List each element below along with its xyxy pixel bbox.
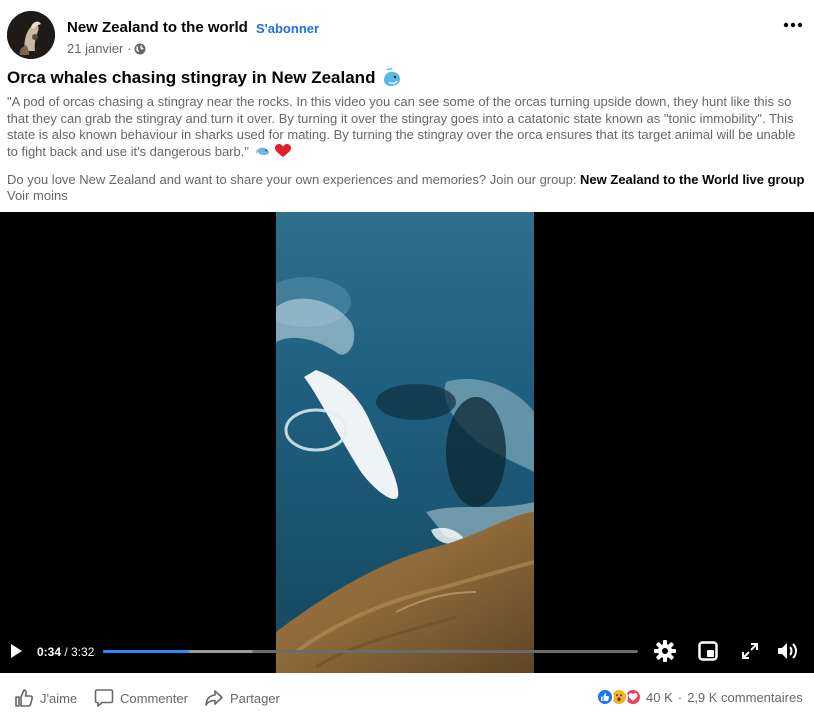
whale-emoji-icon [255,147,269,155]
page-name[interactable]: New Zealand to the world [67,19,248,36]
post-title-text: Orca whales chasing stingray in New Zeal… [7,68,376,87]
video-time: 0:34 / 3:32 [37,645,94,659]
fullscreen-icon [742,643,758,659]
whale-emoji-icon [384,68,401,86]
video-frame [276,212,534,673]
play-icon [11,644,22,658]
red-heart-emoji-icon [275,143,292,157]
picture-in-picture-icon [698,641,718,661]
post-body: "A pod of orcas chasing a stingray near … [7,94,807,160]
comment-label: Commenter [120,690,188,706]
subscribe-button[interactable]: S'abonner [256,21,319,36]
progress-bar[interactable] [103,650,638,653]
stats-separator: · [677,689,683,705]
group-link[interactable]: New Zealand to the World live group [580,172,804,187]
settings-button[interactable] [654,640,676,667]
like-reaction-icon [596,688,614,706]
play-button[interactable] [9,643,23,664]
reactions-count: 40 K [646,689,673,705]
duration: 3:32 [71,645,95,659]
more-horizontal-icon [783,22,803,28]
fullscreen-button[interactable] [741,642,759,665]
header-separator: · [244,19,249,36]
reactions-summary[interactable]: 40 K · 2,9 K commentaires [596,688,803,706]
post-body-text: "A pod of orcas chasing a stingray near … [7,94,796,159]
time-separator: / [61,645,72,659]
page-avatar[interactable] [7,11,55,59]
comments-count[interactable]: 2,9 K commentaires [687,690,803,705]
post-date[interactable]: 21 janvier · [67,41,131,56]
like-button[interactable]: J'aime [14,688,77,708]
video-player[interactable]: 0:34 / 3:32 [0,212,814,673]
post-meta: 21 janvier · [67,41,146,56]
post-header: New Zealand to the world · S'abonner 21 … [0,0,814,64]
volume-icon [778,643,797,659]
share-icon [205,690,223,706]
see-less-button[interactable]: Voir moins [7,188,68,203]
post-title: Orca whales chasing stingray in New Zeal… [7,68,403,88]
thumbs-up-icon [15,689,33,707]
cta-text: Do you love New Zealand and want to shar… [7,172,581,187]
like-label: J'aime [40,690,78,706]
volume-button[interactable] [776,640,798,667]
gear-icon [654,640,676,662]
picture-in-picture-button[interactable] [698,641,718,666]
video-controls: 0:34 / 3:32 [0,626,814,674]
current-time: 0:34 [37,645,62,659]
share-button[interactable]: Partager [204,688,280,708]
globe-icon [134,43,146,54]
post-cta: Do you love New Zealand and want to shar… [7,172,807,189]
post-actions: J'aime Commenter Partager 40 K · 2,9 K c… [0,676,814,722]
comment-button[interactable]: Commenter [94,688,188,708]
more-options-button[interactable] [778,12,808,38]
progress-played [103,650,189,653]
share-label: Partager [230,690,280,706]
comment-icon [94,689,114,707]
